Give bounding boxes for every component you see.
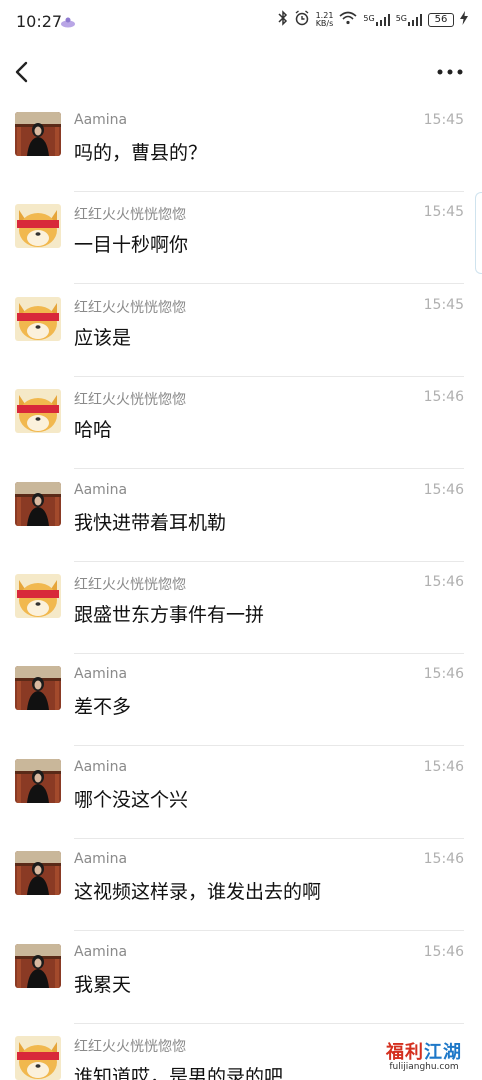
- sender-name: 红红火火恍恍惚惚: [74, 392, 186, 409]
- dog-avatar[interactable]: [15, 204, 61, 249]
- signal-2: 5G: [396, 13, 422, 26]
- message-text: 这视频这样录，谁发出去的啊: [74, 881, 322, 904]
- sender-name: 红红火火恍恍惚惚: [74, 207, 186, 224]
- message-text: 差不多: [74, 696, 132, 719]
- signal-1: 5G: [363, 13, 390, 26]
- dog-avatar[interactable]: [15, 389, 61, 434]
- message-row[interactable]: Aamina 15:46 我快进带着耳机勒: [0, 470, 482, 562]
- status-icons: 1.21 KB/s 5G 5G 56: [278, 10, 468, 29]
- message-time: 15:46: [423, 851, 464, 868]
- message-row[interactable]: Aamina 15:46 差不多: [0, 654, 482, 747]
- chat-screen: 10:27 1.21 KB/s 5G 5G 56 Aamina 15:45 吗的…: [0, 0, 482, 1080]
- message-row[interactable]: Aamina 15:46 我累天: [0, 932, 482, 1024]
- woman-avatar[interactable]: [15, 851, 61, 896]
- charging-bolt-icon: [460, 11, 468, 28]
- net-speed-unit: KB/s: [315, 18, 334, 28]
- message-text: 哪个没这个兴: [74, 788, 189, 811]
- watermark-title-b: 江湖: [424, 1042, 462, 1063]
- status-time: 10:27: [16, 12, 63, 31]
- sender-name: 红红火火恍恍惚惚: [74, 1039, 186, 1055]
- message-text: 吗的，曹县的？: [74, 142, 208, 164]
- message-row[interactable]: Aamina 15:46 这视频这样录，谁发出去的啊: [0, 839, 482, 932]
- message-text: 应该是: [74, 326, 132, 349]
- message-row[interactable]: 红红火火恍恍惚惚 15:45 应该是: [0, 285, 482, 377]
- sender-name: Aamina: [74, 851, 128, 868]
- more-horizontal-icon: [437, 69, 463, 75]
- message-text: 哈哈: [74, 419, 113, 442]
- bluetooth-icon: [278, 10, 288, 29]
- dog-avatar[interactable]: [15, 1036, 61, 1080]
- message-time: 15:45: [423, 296, 464, 313]
- app-notification-icon: [60, 14, 76, 28]
- message-text: 一目十秒啊你: [74, 234, 189, 257]
- sender-name: 红红火火恍恍惚惚: [74, 577, 186, 593]
- wifi-icon: [339, 11, 357, 28]
- woman-avatar[interactable]: [15, 943, 61, 988]
- message-text: 谁知道哎，是男的录的吧: [74, 1066, 284, 1080]
- battery-indicator: 56: [428, 12, 454, 27]
- woman-avatar[interactable]: [15, 112, 61, 156]
- watermark-logo: 福利江湖 fulijianghu.com: [374, 1038, 474, 1072]
- woman-avatar[interactable]: [15, 481, 61, 526]
- alarm-clock-icon: [294, 10, 310, 29]
- sender-name: Aamina: [74, 112, 128, 128]
- watermark-title-a: 福利: [386, 1042, 424, 1063]
- message-time: 15:45: [423, 112, 464, 128]
- message-time: 15:46: [423, 481, 464, 498]
- nav-bar: [0, 44, 482, 100]
- sender-name: Aamina: [74, 758, 128, 775]
- sender-name: Aamina: [74, 666, 128, 683]
- sender-name: Aamina: [74, 943, 128, 960]
- status-bar: 10:27 1.21 KB/s 5G 5G 56: [0, 0, 482, 44]
- dog-avatar[interactable]: [15, 574, 61, 618]
- dog-avatar[interactable]: [15, 296, 61, 341]
- message-time: 15:46: [423, 943, 464, 960]
- message-time: 15:46: [423, 389, 464, 406]
- message-text: 我累天: [74, 973, 132, 996]
- back-button[interactable]: [8, 56, 40, 88]
- message-row[interactable]: 红红火火恍恍惚惚 15:46 哈哈: [0, 377, 482, 470]
- message-row[interactable]: 红红火火恍恍惚惚 15:46 跟盛世东方事件有一拼: [0, 562, 482, 654]
- message-text: 我快进带着耳机勒: [74, 511, 227, 534]
- more-button[interactable]: [432, 56, 468, 88]
- woman-avatar[interactable]: [15, 666, 61, 711]
- net-speed: 1.21 KB/s: [315, 11, 334, 28]
- message-row[interactable]: Aamina 15:46 哪个没这个兴: [0, 747, 482, 839]
- message-row[interactable]: Aamina 15:45 吗的，曹县的？: [0, 100, 482, 192]
- chevron-left-icon: [15, 61, 28, 83]
- woman-avatar[interactable]: [15, 758, 61, 803]
- sender-name: 红红火火恍恍惚惚: [74, 299, 186, 316]
- message-time: 15:46: [423, 758, 464, 775]
- message-time: 15:45: [423, 204, 464, 221]
- message-row[interactable]: 红红火火恍恍惚惚 15:45 一目十秒啊你: [0, 192, 482, 285]
- message-time: 15:46: [423, 666, 464, 683]
- message-time: 15:46: [423, 574, 464, 590]
- sender-name: Aamina: [74, 481, 128, 498]
- message-text: 跟盛世东方事件有一拼: [74, 604, 265, 626]
